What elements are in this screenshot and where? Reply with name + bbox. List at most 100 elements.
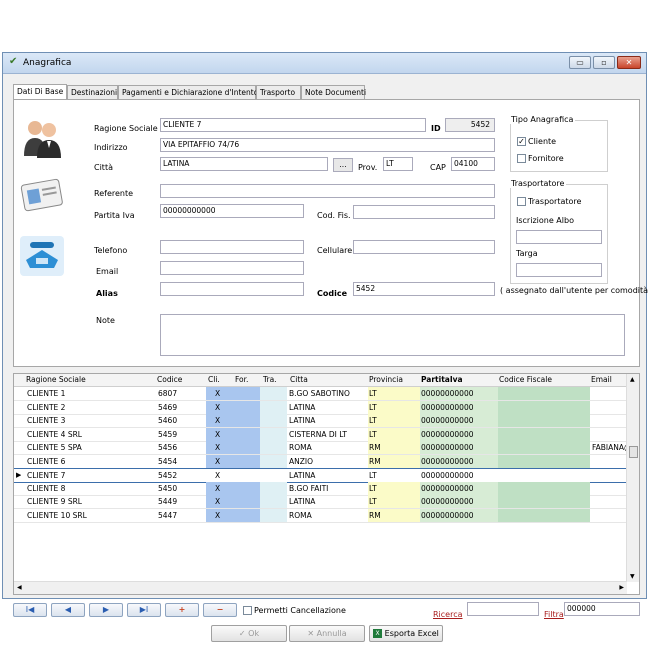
col-citta[interactable]: Citta: [290, 375, 308, 384]
cell-piva[interactable]: 00000000000: [420, 400, 498, 414]
last-record-button[interactable]: ▶I: [127, 603, 161, 617]
cell-prov[interactable]: LT: [368, 427, 420, 441]
cell-citta[interactable]: LATINA: [288, 469, 368, 482]
cell-prov[interactable]: LT: [368, 495, 420, 508]
ricerca-field[interactable]: [467, 602, 539, 616]
cell-for[interactable]: [233, 495, 260, 508]
grid-vertical-scrollbar[interactable]: ▲ ▼: [626, 374, 639, 582]
cell-cf[interactable]: [498, 427, 590, 441]
maximize-button[interactable]: ▫: [593, 56, 615, 69]
cell-for[interactable]: [233, 454, 260, 468]
cell-piva[interactable]: 00000000000: [420, 481, 498, 495]
cell-cli[interactable]: X: [206, 400, 233, 414]
cell-rs[interactable]: CLIENTE 3: [26, 414, 154, 427]
cell-cod[interactable]: 5454: [157, 455, 205, 468]
grid-horizontal-scrollbar[interactable]: ◀ ▶: [14, 581, 627, 594]
cell-prov[interactable]: RM: [368, 454, 420, 468]
fornitore-checkbox[interactable]: [517, 154, 526, 163]
first-record-button[interactable]: I◀: [13, 603, 47, 617]
cell-cod[interactable]: 5456: [157, 441, 205, 454]
cell-email[interactable]: [591, 482, 629, 495]
cell-rs[interactable]: CLIENTE 7: [26, 469, 154, 482]
cell-tra[interactable]: [260, 387, 287, 400]
cell-piva[interactable]: 00000000000: [420, 454, 498, 468]
cell-cf[interactable]: [498, 469, 590, 482]
cell-citta[interactable]: ANZIO: [288, 455, 368, 468]
annulla-button[interactable]: ✕ Annulla: [289, 625, 365, 642]
cell-piva[interactable]: 00000000000: [420, 427, 498, 441]
iscrizione-albo-field[interactable]: [516, 230, 602, 244]
telefono-field[interactable]: [160, 240, 304, 254]
cell-prov[interactable]: LT: [368, 387, 420, 400]
table-row[interactable]: CLIENTE 5 SPA 5456 X ROMA RM 00000000000 FABIA…: [14, 441, 629, 455]
cell-rs[interactable]: CLIENTE 9 SRL: [26, 495, 154, 508]
tab-note-documenti[interactable]: Note Documenti: [301, 85, 366, 99]
cell-email[interactable]: [591, 428, 629, 441]
cap-field[interactable]: 04100: [451, 157, 495, 171]
cell-tra[interactable]: [260, 441, 287, 454]
table-row[interactable]: CLIENTE 1 6807 X B.GO SABOTINO LT 00000000000: [14, 387, 627, 401]
col-ragione-sociale[interactable]: Ragione Sociale: [26, 375, 86, 384]
cell-cli[interactable]: X: [206, 495, 233, 508]
cell-rs[interactable]: CLIENTE 10 SRL: [26, 509, 154, 522]
cell-cli[interactable]: X: [206, 481, 233, 495]
cell-citta[interactable]: LATINA: [288, 401, 368, 414]
cell-citta[interactable]: LATINA: [288, 495, 368, 508]
cell-cli[interactable]: X: [206, 387, 233, 400]
cell-cod[interactable]: 5460: [157, 414, 205, 427]
cell-prov[interactable]: LT: [368, 469, 420, 482]
scroll-right-icon[interactable]: ▶: [619, 584, 624, 591]
cell-cod[interactable]: 5447: [157, 509, 205, 522]
col-codice[interactable]: Codice: [157, 375, 182, 384]
cell-cod[interactable]: 6807: [157, 387, 205, 400]
cell-rs[interactable]: CLIENTE 8: [26, 482, 154, 495]
col-tra[interactable]: Tra.: [263, 375, 277, 384]
cell-tra[interactable]: [260, 495, 287, 508]
tab-pagamenti[interactable]: Pagamenti e Dichiarazione d'Intento: [118, 85, 258, 99]
cell-for[interactable]: [233, 414, 260, 427]
cod-fis-field[interactable]: [353, 205, 495, 219]
ok-button[interactable]: ✓ Ok: [211, 625, 287, 642]
cell-piva[interactable]: 00000000000: [420, 495, 498, 508]
ragione-sociale-field[interactable]: CLIENTE 7: [160, 118, 426, 132]
cell-email[interactable]: [591, 469, 629, 482]
scroll-up-icon[interactable]: ▲: [630, 376, 635, 383]
cell-tra[interactable]: [260, 508, 287, 522]
codice-field[interactable]: 5452: [353, 282, 495, 296]
cell-cf[interactable]: [498, 481, 590, 495]
cell-citta[interactable]: B.GO SABOTINO: [288, 387, 368, 400]
cell-cod[interactable]: 5469: [157, 401, 205, 414]
cell-cf[interactable]: [498, 508, 590, 522]
minimize-button[interactable]: ▭: [569, 56, 591, 69]
scroll-down-icon[interactable]: ▼: [630, 573, 635, 580]
cell-rs[interactable]: CLIENTE 1: [26, 387, 154, 400]
cell-cod[interactable]: 5459: [157, 428, 205, 441]
citta-lookup-button[interactable]: ...: [333, 158, 353, 172]
cell-cli[interactable]: X: [206, 441, 233, 454]
cell-cf[interactable]: [498, 441, 590, 454]
cell-email[interactable]: [591, 414, 629, 427]
table-row[interactable]: CLIENTE 6 5454 X ANZIO RM 00000000000: [14, 454, 627, 469]
cell-piva[interactable]: 00000000000: [420, 414, 498, 427]
cell-for[interactable]: [233, 508, 260, 522]
permetti-cancellazione-checkbox[interactable]: [243, 606, 252, 615]
cell-for[interactable]: [233, 427, 260, 441]
cell-cli[interactable]: X: [206, 454, 233, 468]
cell-cli[interactable]: X: [206, 427, 233, 441]
cell-citta[interactable]: ROMA: [288, 509, 368, 522]
cell-cf[interactable]: [498, 414, 590, 427]
partita-iva-field[interactable]: 00000000000: [160, 204, 304, 218]
table-row[interactable]: CLIENTE 3 5460 X LATINA LT 00000000000: [14, 414, 627, 428]
cell-cf[interactable]: [498, 495, 590, 508]
cell-email[interactable]: [591, 387, 629, 400]
tab-destinazioni[interactable]: Destinazioni: [67, 85, 118, 99]
cell-tra[interactable]: [260, 469, 287, 482]
col-cli[interactable]: Cli.: [208, 375, 220, 384]
cell-email[interactable]: [591, 509, 629, 522]
col-provincia[interactable]: Provincia: [369, 375, 403, 384]
cell-tra[interactable]: [260, 454, 287, 468]
trasportatore-checkbox[interactable]: [517, 197, 526, 206]
cell-prov[interactable]: LT: [368, 414, 420, 427]
esporta-excel-button[interactable]: X Esporta Excel: [369, 625, 443, 642]
targa-field[interactable]: [516, 263, 602, 277]
